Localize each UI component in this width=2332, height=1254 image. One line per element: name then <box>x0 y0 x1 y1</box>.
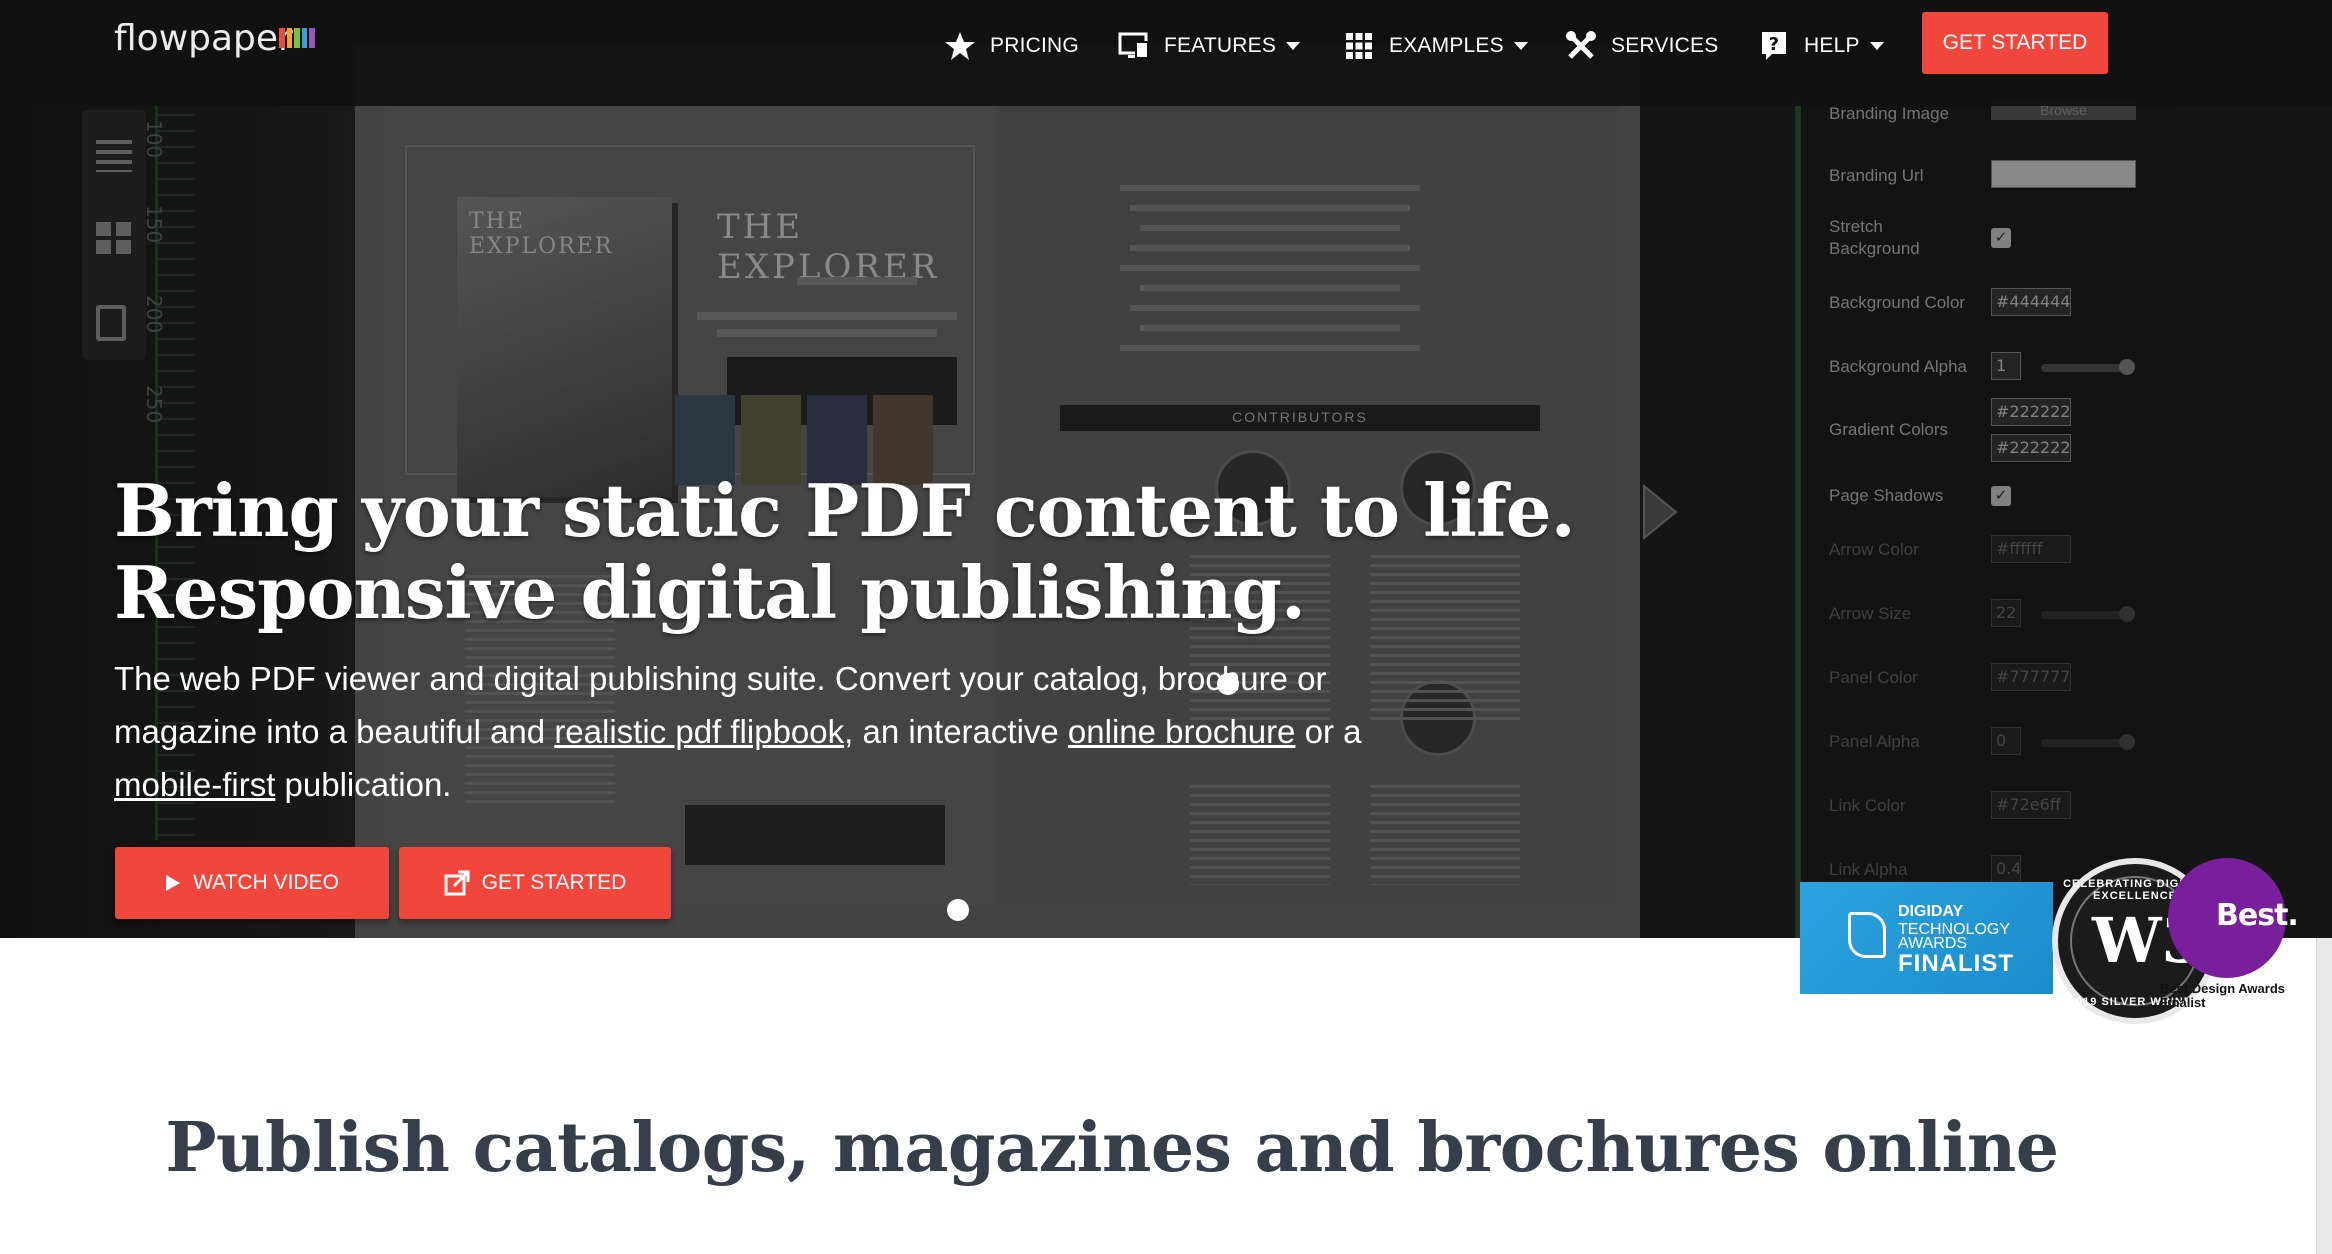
nav-features-label: FEATURES <box>1164 34 1277 57</box>
monitor-icon <box>1118 32 1149 59</box>
watch-video-button[interactable]: WATCH VIDEO <box>115 847 389 919</box>
logo-bar <box>294 28 300 48</box>
hero-text: or a <box>1295 713 1362 750</box>
tools-icon <box>1566 31 1596 59</box>
question-icon: ? <box>1762 32 1786 60</box>
svg-text:?: ? <box>1769 34 1780 55</box>
best-design-award-caption: Best Design Awards Finalist <box>2160 982 2310 1010</box>
carousel-dot[interactable] <box>947 899 969 921</box>
nav-pricing[interactable]: PRICING <box>944 28 1079 64</box>
best-logo: Best. <box>2216 898 2299 933</box>
watch-video-label: WATCH VIDEO <box>193 871 339 894</box>
digiday-logo-icon <box>1848 912 1886 958</box>
logo-bar <box>309 28 315 48</box>
online-brochure-link[interactable]: online brochure <box>1068 713 1296 750</box>
best-caption-line-2: Finalist <box>2160 995 2206 1010</box>
get-started-hero-button[interactable]: GET STARTED <box>399 847 671 919</box>
nav-services-label: SERVICES <box>1611 34 1719 57</box>
nav-pricing-label: PRICING <box>990 34 1079 57</box>
nav-examples[interactable]: EXAMPLES <box>1343 28 1528 64</box>
grid-icon <box>1346 33 1372 59</box>
nav-examples-label: EXAMPLES <box>1389 34 1504 57</box>
logo-bar <box>286 28 293 48</box>
star-icon <box>945 32 975 60</box>
hero-text: publication. <box>275 766 452 803</box>
page-scrollbar[interactable] <box>2316 938 2332 1254</box>
best-caption-line-1: Best Design Awards <box>2160 981 2285 996</box>
nav-services[interactable]: SERVICES <box>1565 28 1718 64</box>
digiday-label: DIGIDAY <box>1898 903 1964 920</box>
digiday-finalist-label: FINALIST <box>1898 950 2014 977</box>
top-navigation: flowpaper PRICING FEATURES EXAMPLES SERV… <box>0 0 2332 106</box>
flowpaper-logo[interactable]: flowpaper <box>114 18 293 59</box>
digiday-award-badge[interactable]: DIGIDAY TECHNOLOGY AWARDS FINALIST <box>1800 882 2053 994</box>
next-page-arrow-icon[interactable] <box>1640 482 1680 542</box>
hero-headline-line-1: Bring your static PDF content to life. <box>114 468 1576 553</box>
best-design-award-badge[interactable]: Best. <box>2168 858 2299 978</box>
chevron-down-icon <box>1869 42 1884 50</box>
logo-bar <box>301 28 308 48</box>
hero-headline-line-2: Responsive digital publishing. <box>114 550 1306 635</box>
logo-color-bars <box>279 28 315 48</box>
get-started-nav-button[interactable]: GET STARTED <box>1922 12 2108 74</box>
logo-bar <box>279 28 285 48</box>
carousel-dot[interactable] <box>1217 673 1239 695</box>
mobile-first-link[interactable]: mobile-first <box>114 766 275 803</box>
hero-headline: Bring your static PDF content to life. R… <box>114 468 1576 635</box>
get-started-label: GET STARTED <box>481 871 627 894</box>
nav-help[interactable]: ? HELP <box>1758 28 1884 64</box>
external-link-icon <box>444 870 470 896</box>
hero-text: , an interactive <box>844 713 1068 750</box>
play-icon <box>166 875 181 891</box>
hero-section: THE EXPLORER THE EXPLORER CONTRIBUTORS 1… <box>0 0 2332 938</box>
nav-features[interactable]: FEATURES <box>1118 28 1301 64</box>
nav-help-label: HELP <box>1804 34 1860 57</box>
flipbook-link[interactable]: realistic pdf flipbook <box>554 713 844 750</box>
chevron-down-icon <box>1286 42 1301 50</box>
chevron-down-icon <box>1513 42 1528 50</box>
section-title: Publish catalogs, magazines and brochure… <box>165 1108 2059 1188</box>
